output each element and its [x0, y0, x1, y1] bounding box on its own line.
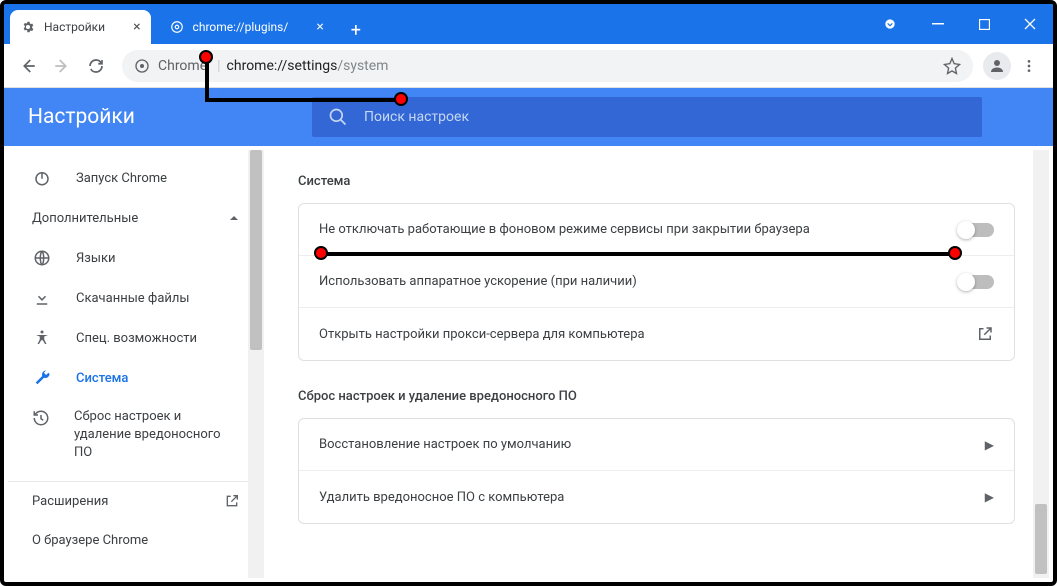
new-tab-button[interactable]: + [342, 16, 370, 44]
reload-button[interactable] [80, 50, 112, 82]
forward-button[interactable] [46, 50, 78, 82]
search-input[interactable] [364, 109, 966, 125]
reset-card: Восстановление настроек по умолчанию ▶ У… [298, 418, 1015, 524]
close-icon[interactable]: × [133, 19, 140, 35]
back-button[interactable] [12, 50, 44, 82]
bookmark-star-icon[interactable] [943, 57, 961, 75]
sidebar-item-reset[interactable]: Сброс настроек и удаление вредоносного П… [8, 398, 264, 473]
tab-label: Настройки [44, 20, 105, 34]
settings-content: Система Не отключать работающие в фоново… [264, 150, 1049, 578]
launch-icon [976, 325, 994, 343]
gear-icon [20, 19, 36, 35]
row-cleanup[interactable]: Удалить вредоносное ПО с компьютера ▶ [299, 471, 1014, 523]
restore-icon [32, 408, 50, 428]
minimize-button[interactable] [915, 4, 961, 44]
sidebar-item-accessibility[interactable]: Спец. возможности [8, 318, 264, 358]
toggle-background-apps[interactable] [958, 223, 994, 237]
row-background-apps[interactable]: Не отключать работающие в фоновом режиме… [299, 204, 1014, 256]
site-info-icon[interactable] [134, 58, 150, 74]
row-hardware-accel[interactable]: Использовать аппаратное ускорение (при н… [299, 256, 1014, 308]
wrench-icon [32, 368, 52, 388]
url-chip: Chrome [158, 58, 207, 74]
sidebar-scrollbar[interactable] [248, 150, 264, 578]
tab-label: chrome://plugins/ [193, 20, 289, 34]
sidebar-item-about[interactable]: О браузере Chrome [8, 521, 264, 561]
sidebar-section-advanced[interactable]: Дополнительные [8, 198, 264, 238]
download-icon [32, 288, 52, 308]
section-title-reset: Сброс настроек и удаление вредоносного П… [298, 389, 1015, 404]
browser-toolbar: Chrome | chrome://settings/system [4, 44, 1053, 88]
chevron-right-icon: ▶ [985, 490, 994, 504]
sidebar-item-downloads[interactable]: Скачанные файлы [8, 278, 264, 318]
chrome-icon [169, 19, 185, 35]
address-bar[interactable]: Chrome | chrome://settings/system [122, 50, 973, 82]
profile-avatar-icon[interactable] [983, 52, 1011, 80]
power-icon [32, 168, 52, 188]
sidebar-item-extensions[interactable]: Расширения [8, 481, 264, 521]
menu-button[interactable] [1013, 50, 1045, 82]
search-icon [328, 107, 348, 127]
accessibility-icon [32, 328, 52, 348]
system-card: Не отключать работающие в фоновом режиме… [298, 203, 1015, 361]
settings-header: Настройки [4, 88, 1053, 146]
page-title: Настройки [28, 105, 312, 129]
settings-sidebar: Запуск Chrome Дополнительные Языки Скача… [8, 150, 264, 578]
globe-icon [32, 248, 52, 268]
close-window-button[interactable] [1007, 4, 1053, 44]
maximize-button[interactable] [961, 4, 1007, 44]
close-icon[interactable]: × [316, 19, 323, 35]
toggle-hardware-accel[interactable] [958, 275, 994, 289]
url-text: chrome://settings/system [227, 58, 389, 74]
browser-tab-settings[interactable]: Настройки × [10, 10, 151, 44]
window-titlebar: Настройки × chrome://plugins/ × + [4, 4, 1053, 44]
section-title-system: Система [298, 174, 1015, 189]
browser-tab-plugins[interactable]: chrome://plugins/ × [159, 10, 334, 44]
tab-search-icon[interactable] [873, 17, 907, 31]
sidebar-item-system[interactable]: Система [8, 358, 264, 398]
chevron-up-icon [228, 212, 240, 224]
sidebar-item-startup[interactable]: Запуск Chrome [8, 158, 264, 198]
settings-search[interactable] [312, 97, 982, 137]
launch-icon [224, 493, 240, 509]
row-proxy-settings[interactable]: Открыть настройки прокси-сервера для ком… [299, 308, 1014, 360]
chevron-right-icon: ▶ [985, 438, 994, 452]
row-restore-defaults[interactable]: Восстановление настроек по умолчанию ▶ [299, 419, 1014, 471]
sidebar-item-languages[interactable]: Языки [8, 238, 264, 278]
content-scrollbar[interactable] [1033, 150, 1049, 578]
